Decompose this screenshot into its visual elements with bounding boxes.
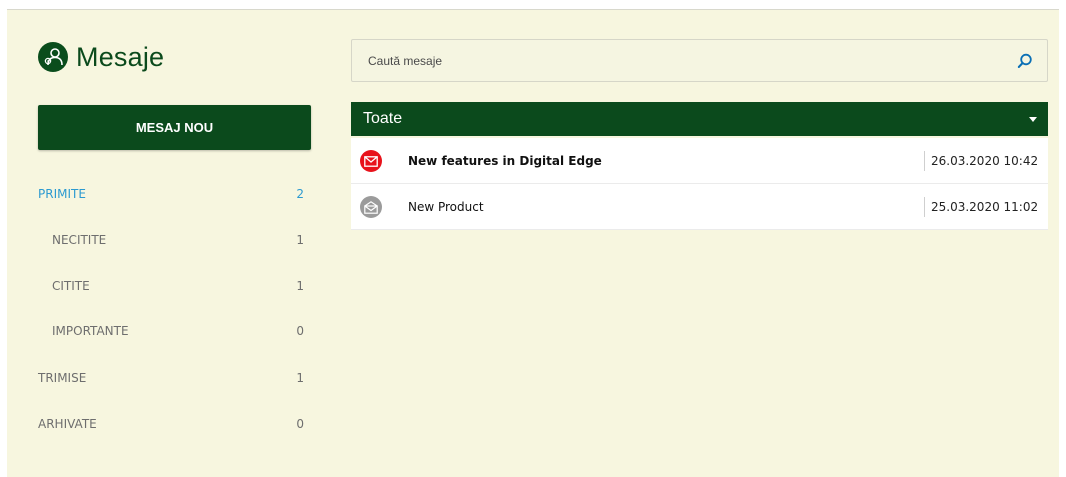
filter-selected-label: Toate [363, 110, 403, 127]
search-box [351, 39, 1048, 82]
folder-count: 1 [296, 279, 304, 293]
folder-count: 0 [296, 417, 304, 431]
folder-necitite[interactable]: NECITITE 1 [52, 230, 304, 250]
message-subject: New Product [408, 200, 484, 214]
user-gear-icon [38, 42, 68, 72]
message-filter-dropdown[interactable]: Toate [351, 102, 1048, 136]
folder-label: CITITE [52, 279, 90, 293]
folder-importante[interactable]: IMPORTANTE 0 [52, 321, 304, 341]
folder-primite[interactable]: PRIMITE 2 [38, 184, 304, 204]
folder-trimise[interactable]: TRIMISE 1 [38, 368, 304, 388]
message-date: 26.03.2020 10:42 [924, 151, 1048, 171]
folder-count: 2 [296, 187, 304, 201]
message-subject: New features in Digital Edge [408, 154, 602, 168]
folder-arhivate[interactable]: ARHIVATE 0 [38, 414, 304, 434]
message-list: New features in Digital Edge 26.03.2020 … [351, 138, 1048, 230]
folder-citite[interactable]: CITITE 1 [52, 276, 304, 296]
message-row[interactable]: New features in Digital Edge 26.03.2020 … [351, 138, 1048, 184]
message-row[interactable]: New Product 25.03.2020 11:02 [351, 184, 1048, 230]
search-icon[interactable] [1015, 51, 1035, 71]
new-message-button[interactable]: MESAJ NOU [38, 105, 311, 150]
folder-label: IMPORTANTE [52, 324, 129, 338]
envelope-open-icon [360, 196, 382, 218]
page-header: Mesaje [38, 39, 164, 75]
folder-label: TRIMISE [38, 371, 87, 385]
folder-label: PRIMITE [38, 187, 86, 201]
caret-down-icon [1029, 116, 1037, 122]
search-input[interactable] [368, 53, 1015, 68]
page-title: Mesaje [76, 41, 165, 72]
folder-label: ARHIVATE [38, 417, 97, 431]
folder-count: 0 [296, 324, 304, 338]
folder-label: NECITITE [52, 233, 107, 247]
message-date: 25.03.2020 11:02 [924, 197, 1048, 217]
folder-count: 1 [296, 371, 304, 385]
envelope-closed-icon [360, 150, 382, 172]
folder-count: 1 [296, 233, 304, 247]
